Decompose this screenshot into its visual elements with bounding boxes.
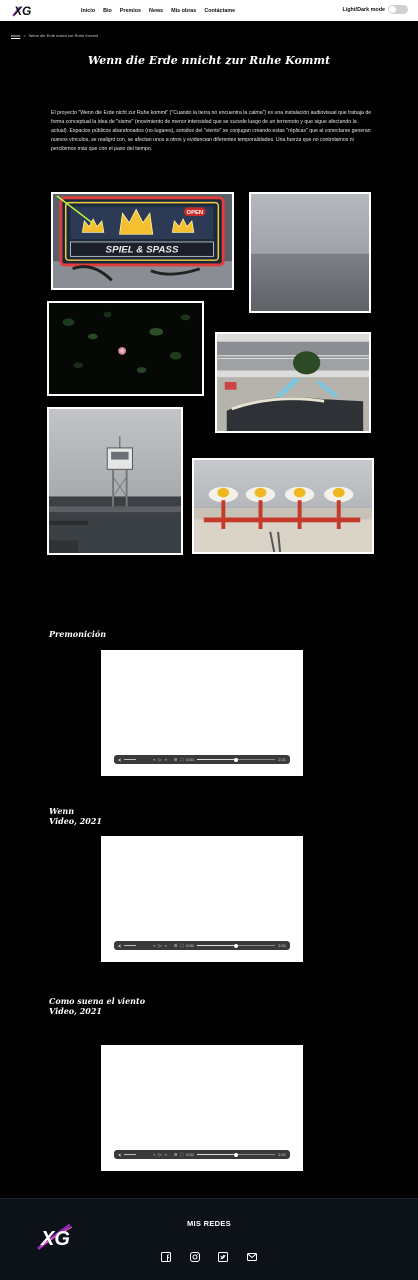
video-player-2[interactable]: ◂) « ▷ » ⚙ ⛶ 0:01 2:21 [101, 836, 303, 962]
duration: 2:21 [278, 757, 286, 762]
page-title: Wenn die Erde nnicht zur Ruhe Kommt [87, 54, 331, 67]
settings-icon[interactable]: ⚙ [174, 1152, 178, 1157]
fullscreen-icon[interactable]: ⛶ [180, 757, 183, 762]
video-title-1-line1: Premonición [49, 629, 107, 639]
volume-slider[interactable] [124, 1154, 137, 1155]
video-title-2: Wenn Video, 2021 [49, 806, 102, 826]
video-progress-bar[interactable] [197, 757, 276, 762]
current-time: 0:01 [186, 1152, 195, 1157]
progress-fill [197, 759, 237, 760]
toggle-knob [389, 6, 396, 13]
mode-label: Light/Dark mode [342, 6, 385, 13]
progress-fill [197, 1154, 237, 1155]
video-title-1: Premonición [49, 629, 106, 639]
progress-knob[interactable] [234, 757, 239, 762]
instagram-icon[interactable] [190, 1252, 200, 1262]
breadcrumb-home[interactable]: Inicio [11, 33, 20, 38]
volume-icon[interactable]: ◂) [118, 757, 121, 762]
nav-bio[interactable]: Bio [103, 8, 112, 14]
current-time: 0:01 [186, 757, 195, 762]
video-controls-3: ◂) « ▷ » ⚙ ⛶ 0:01 2:21 [114, 1150, 290, 1159]
video-progress-bar[interactable] [197, 943, 276, 948]
svg-text:SPIEL & SPASS: SPIEL & SPASS [106, 245, 179, 256]
site-header: XG Inicio Bio Premios News Mis obras Con… [0, 0, 418, 21]
nav-contactame[interactable]: Contáctame [204, 8, 235, 14]
play-icon[interactable]: ▷ [159, 943, 162, 948]
volume-icon[interactable]: ◂) [118, 1152, 121, 1157]
volume-icon[interactable]: ◂) [118, 943, 121, 948]
duration: 2:21 [278, 943, 286, 948]
forward-icon[interactable]: » [165, 943, 167, 948]
rewind-icon[interactable]: « [153, 1152, 155, 1157]
nav-premios[interactable]: Premios [120, 8, 141, 14]
breadcrumb-separator: > [23, 33, 26, 38]
nav-mis-obras[interactable]: Mis obras [171, 8, 196, 14]
svg-text:OPEN: OPEN [187, 210, 204, 216]
progress-knob[interactable] [234, 943, 239, 948]
photo-dark-foliage[interactable] [47, 301, 204, 396]
video-title-2-line1: Wenn [49, 806, 75, 816]
breadcrumb-current: Wenn die Erde nnicht zur Ruhe Kommt [28, 33, 98, 38]
site-footer: XG MIS REDES [0, 1198, 418, 1280]
video-controls-1: ◂) « ▷ » ⚙ ⛶ 0:01 2:21 [114, 755, 290, 764]
play-icon[interactable]: ▷ [159, 1152, 162, 1157]
photo-lifeguard-tower[interactable] [47, 407, 183, 555]
video-title-3-line2: Video, 2021 [49, 1006, 102, 1016]
svg-text:XG: XG [13, 4, 31, 18]
main-nav: Inicio Bio Premios News Mis obras Contác… [81, 0, 243, 21]
forward-icon[interactable]: » [165, 1152, 167, 1157]
fullscreen-icon[interactable]: ⛶ [180, 943, 183, 948]
photo-neon-sign[interactable]: OPEN SPIEL & SPASS [51, 192, 234, 290]
photo-grey-sea[interactable] [249, 192, 371, 313]
photo-mushroom-shelters[interactable] [192, 458, 374, 554]
mail-icon[interactable] [247, 1252, 257, 1262]
video-player-1[interactable]: ◂) « ▷ » ⚙ ⛶ 0:01 2:21 [101, 650, 303, 776]
video-title-3: Como suena el viento Video, 2021 [49, 996, 145, 1016]
dark-mode-toggle[interactable] [388, 5, 408, 14]
rewind-icon[interactable]: « [153, 943, 155, 948]
twitter-icon[interactable] [218, 1252, 228, 1262]
settings-icon[interactable]: ⚙ [174, 943, 178, 948]
breadcrumb: Inicio > Wenn die Erde nnicht zur Ruhe K… [11, 33, 98, 38]
video-player-3[interactable]: ◂) « ▷ » ⚙ ⛶ 0:01 2:21 [101, 1045, 303, 1171]
video-progress-bar[interactable] [197, 1152, 276, 1157]
nav-inicio[interactable]: Inicio [81, 8, 95, 14]
footer-xg-logo[interactable]: XG [36, 1221, 80, 1251]
play-icon[interactable]: ▷ [159, 757, 162, 762]
rewind-icon[interactable]: « [153, 757, 155, 762]
svg-text:XG: XG [40, 1228, 70, 1250]
facebook-icon[interactable] [161, 1252, 171, 1262]
settings-icon[interactable]: ⚙ [174, 757, 178, 762]
mode-switch-group: Light/Dark mode [342, 5, 408, 14]
progress-knob[interactable] [234, 1152, 239, 1157]
photo-pool-building[interactable] [215, 332, 371, 433]
volume-slider[interactable] [124, 759, 137, 760]
video-title-3-line1: Como suena el viento [49, 996, 146, 1006]
progress-fill [197, 945, 237, 946]
forward-icon[interactable]: » [165, 757, 167, 762]
social-title: MIS REDES [187, 1219, 231, 1228]
current-time: 0:01 [186, 943, 195, 948]
fullscreen-icon[interactable]: ⛶ [180, 1152, 183, 1157]
xg-logo[interactable]: XG [12, 3, 38, 18]
video-controls-2: ◂) « ▷ » ⚙ ⛶ 0:01 2:21 [114, 941, 290, 950]
duration: 2:21 [278, 1152, 286, 1157]
nav-news[interactable]: News [149, 8, 163, 14]
project-description: El proyecto "Wenn die Erde nicht zur Ruh… [51, 110, 372, 153]
video-title-2-line2: Video, 2021 [49, 816, 102, 826]
volume-slider[interactable] [124, 945, 137, 946]
